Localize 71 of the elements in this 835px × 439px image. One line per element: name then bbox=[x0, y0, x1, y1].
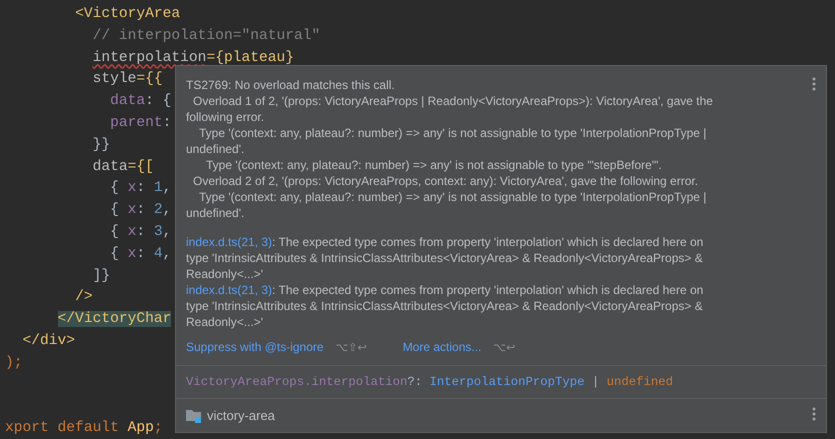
code-token: 3 bbox=[154, 224, 163, 240]
code-token: : bbox=[136, 202, 146, 218]
code-token: : bbox=[136, 246, 146, 262]
code-token: interpolation bbox=[92, 50, 206, 66]
code-token: { bbox=[110, 224, 120, 240]
file-link[interactable]: index.d.ts(21, 3) bbox=[186, 235, 272, 249]
code-token: x bbox=[128, 180, 136, 196]
code-token: 4 bbox=[154, 246, 163, 262]
error-message-line: following error. bbox=[186, 109, 264, 125]
code-token: </div> bbox=[22, 332, 76, 349]
package-name: victory-area bbox=[207, 408, 275, 423]
signature-token: InterpolationPropType bbox=[430, 375, 584, 389]
code-token: /> bbox=[75, 289, 93, 306]
code-token: // interpolation="natural" bbox=[92, 28, 320, 44]
related-info-text: index.d.ts(21, 3): The expected type comes from property 'interpolation' which is declared here on bbox=[186, 235, 704, 249]
code-token: App bbox=[128, 420, 154, 436]
error-message-line: TS2769: No overload matches this call. bbox=[186, 77, 395, 93]
code-token: : bbox=[162, 114, 172, 131]
code-token: , bbox=[162, 224, 172, 240]
code-token: , bbox=[162, 246, 172, 262]
code-token: ={[ bbox=[128, 158, 154, 175]
error-message-line: undefined'. bbox=[186, 141, 244, 157]
folder-icon bbox=[186, 408, 202, 422]
related-info-text: type 'IntrinsicAttributes & IntrinsicClassAttributes<VictoryArea> & Readonly<VictoryAreaProps> & bbox=[186, 299, 703, 313]
more-options-icon[interactable] bbox=[812, 407, 816, 421]
related-info-text: type 'IntrinsicAttributes & IntrinsicClassAttributes<VictoryArea> & Readonly<VictoryAreaProps> & bbox=[186, 251, 703, 265]
error-message-line: Overload 1 of 2, '(props: VictoryAreaProps | Readonly<VictoryAreaProps>): VictoryArea', gave the bbox=[192, 93, 713, 109]
code-token: x bbox=[128, 224, 136, 240]
code-token: }} bbox=[92, 136, 110, 153]
error-message-line: undefined'. bbox=[186, 205, 244, 221]
quick-fix-link[interactable]: Suppress with @ts-ignore bbox=[186, 340, 324, 354]
code-token: ; bbox=[154, 420, 163, 436]
file-link[interactable]: index.d.ts(21, 3) bbox=[186, 283, 272, 297]
code-token: x bbox=[128, 246, 136, 262]
code-token: style bbox=[92, 71, 136, 88]
signature-token: VictoryAreaProps.interpolation bbox=[186, 375, 408, 389]
code-token: x bbox=[128, 202, 136, 218]
related-info-text: Readonly<...>' bbox=[186, 315, 264, 329]
code-token: ); bbox=[5, 354, 23, 371]
code-token: { bbox=[110, 202, 120, 218]
code-token: ={plateau} bbox=[206, 50, 294, 66]
error-message-line: Type '(context: any, plateau?: number) => any' is not assignable to type 'InterpolationPropType | bbox=[198, 125, 706, 141]
code-token: <VictoryArea bbox=[75, 6, 180, 22]
code-token: </VictoryChar bbox=[58, 311, 172, 328]
code-token: xport default bbox=[5, 420, 120, 436]
code-token: , bbox=[162, 202, 172, 218]
signature-token: undefined bbox=[606, 375, 674, 389]
error-message-line: Type '(context: any, plateau?: number) => any' is not assignable to type 'InterpolationPropType | bbox=[198, 189, 706, 205]
code-token: data bbox=[92, 158, 128, 175]
error-message-line: Type '(context: any, plateau?: number) => any' is not assignable to type '"stepBefore"'. bbox=[205, 157, 662, 173]
code-token: data bbox=[110, 93, 146, 110]
quick-fix-link[interactable]: More actions... bbox=[402, 340, 482, 354]
code-token: { bbox=[110, 246, 120, 262]
signature-token: | bbox=[590, 375, 600, 389]
error-message-line: Overload 2 of 2, '(props: VictoryAreaProps, context: any): VictoryArea', gave the following error. bbox=[192, 173, 698, 189]
code-token: ={{ bbox=[136, 71, 163, 88]
keyboard-shortcut: ⌥⇧↩ bbox=[336, 340, 367, 354]
code-token: 2 bbox=[154, 202, 163, 218]
code-token: , bbox=[162, 180, 172, 196]
code-token: : bbox=[136, 180, 146, 196]
code-token: : bbox=[136, 224, 146, 240]
code-token: 1 bbox=[154, 180, 163, 196]
code-token: parent bbox=[110, 114, 163, 131]
related-info-text: index.d.ts(21, 3): The expected type comes from property 'interpolation' which is declared here on bbox=[186, 283, 704, 297]
signature-token: ?: bbox=[407, 375, 424, 389]
code-token: { bbox=[110, 180, 120, 196]
more-options-icon[interactable] bbox=[812, 77, 816, 91]
code-token: : { bbox=[145, 93, 172, 110]
related-info-text: Readonly<...>' bbox=[186, 267, 264, 281]
code-token: ]} bbox=[92, 268, 110, 284]
keyboard-shortcut: ⌥↩ bbox=[493, 340, 516, 354]
